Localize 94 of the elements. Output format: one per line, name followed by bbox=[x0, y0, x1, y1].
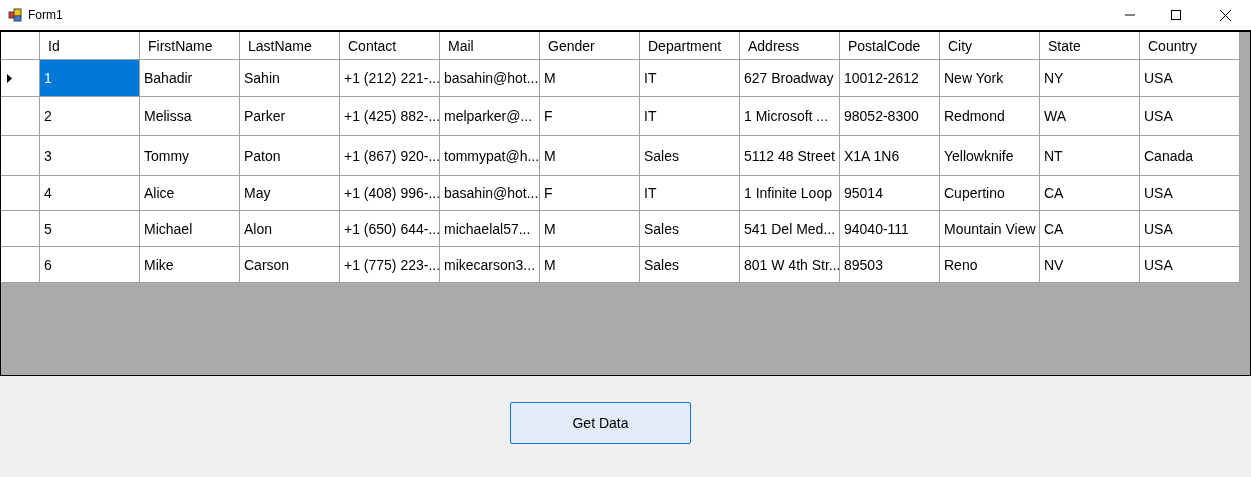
table-cell: May bbox=[240, 176, 340, 211]
table-cell: Sales bbox=[640, 136, 740, 176]
column-header[interactable]: Address bbox=[740, 32, 840, 60]
table-cell: Melissa bbox=[140, 97, 240, 136]
table-cell: 6 bbox=[40, 247, 140, 283]
table-cell: F bbox=[540, 176, 640, 211]
table-cell: Parker bbox=[240, 97, 340, 136]
table-cell: Yellowknife bbox=[940, 136, 1040, 176]
table-cell: M bbox=[540, 60, 640, 97]
table-cell: M bbox=[540, 136, 640, 176]
close-icon[interactable] bbox=[1219, 9, 1231, 21]
table-cell: basahin@hot... bbox=[440, 60, 540, 97]
table-cell: 10012-2612 bbox=[840, 60, 940, 97]
table-cell: +1 (212) 221-... bbox=[340, 60, 440, 97]
table-cell: CA bbox=[1040, 176, 1140, 211]
table-cell: Canada bbox=[1140, 136, 1240, 176]
row-header[interactable] bbox=[1, 176, 40, 211]
table-cell: IT bbox=[640, 176, 740, 211]
table-cell: +1 (650) 644-... bbox=[340, 211, 440, 247]
row-header[interactable] bbox=[1, 247, 40, 283]
table-cell: New York bbox=[940, 60, 1040, 97]
table-cell: 2 bbox=[40, 97, 140, 136]
table-cell: Mike bbox=[140, 247, 240, 283]
row-header[interactable] bbox=[1, 211, 40, 247]
table-cell: X1A 1N6 bbox=[840, 136, 940, 176]
table-cell: 801 W 4th Str... bbox=[740, 247, 840, 283]
window-title: Form1 bbox=[28, 8, 64, 22]
table-cell: Bahadir bbox=[140, 60, 240, 97]
column-header[interactable]: Department bbox=[640, 32, 740, 60]
table-cell: basahin@hot... bbox=[440, 176, 540, 211]
table-cell: Paton bbox=[240, 136, 340, 176]
table-cell: tommypat@h... bbox=[440, 136, 540, 176]
table-cell: Alice bbox=[140, 176, 240, 211]
table-cell: +1 (425) 882-... bbox=[340, 97, 440, 136]
table-cell: Carson bbox=[240, 247, 340, 283]
table-cell: 5112 48 Street bbox=[740, 136, 840, 176]
column-header[interactable]: Gender bbox=[540, 32, 640, 60]
column-header[interactable]: Country bbox=[1140, 32, 1240, 60]
table-cell: Cupertino bbox=[940, 176, 1040, 211]
table-cell: NY bbox=[1040, 60, 1140, 97]
column-header[interactable]: State bbox=[1040, 32, 1140, 60]
table-cell: USA bbox=[1140, 247, 1240, 283]
table-cell: IT bbox=[640, 60, 740, 97]
table-cell: melparker@... bbox=[440, 97, 540, 136]
table-cell: Mountain View bbox=[940, 211, 1040, 247]
table-cell: IT bbox=[640, 97, 740, 136]
table-cell: 627 Broadway bbox=[740, 60, 840, 97]
maximize-icon[interactable] bbox=[1171, 10, 1181, 20]
table-cell: 1 bbox=[40, 60, 140, 97]
table-cell: michaelal57... bbox=[440, 211, 540, 247]
table-cell: +1 (408) 996-... bbox=[340, 176, 440, 211]
table-cell: USA bbox=[1140, 60, 1240, 97]
table-cell: 1 Infinite Loop bbox=[740, 176, 840, 211]
table-cell: Michael bbox=[140, 211, 240, 247]
table-cell: +1 (867) 920-... bbox=[340, 136, 440, 176]
table-cell: Reno bbox=[940, 247, 1040, 283]
table-cell: 5 bbox=[40, 211, 140, 247]
table-cell: 1 Microsoft ... bbox=[740, 97, 840, 136]
table-cell: USA bbox=[1140, 211, 1240, 247]
table-cell: Sales bbox=[640, 247, 740, 283]
table-cell: 541 Del Med... bbox=[740, 211, 840, 247]
column-header[interactable]: PostalCode bbox=[840, 32, 940, 60]
table-cell: M bbox=[540, 211, 640, 247]
table-cell: F bbox=[540, 97, 640, 136]
table-cell: 94040-111 bbox=[840, 211, 940, 247]
table-cell: Sales bbox=[640, 211, 740, 247]
get-data-button[interactable]: Get Data bbox=[510, 402, 691, 444]
column-header[interactable]: City bbox=[940, 32, 1040, 60]
table-cell: 3 bbox=[40, 136, 140, 176]
table-cell: Alon bbox=[240, 211, 340, 247]
column-header[interactable]: Mail bbox=[440, 32, 540, 60]
column-header[interactable]: Contact bbox=[340, 32, 440, 60]
table-cell: USA bbox=[1140, 97, 1240, 136]
column-header[interactable]: FirstName bbox=[140, 32, 240, 60]
table-cell: mikecarson3... bbox=[440, 247, 540, 283]
table-cell: CA bbox=[1040, 211, 1140, 247]
table-cell: 4 bbox=[40, 176, 140, 211]
table-cell: WA bbox=[1040, 97, 1140, 136]
table-cell: Redmond bbox=[940, 97, 1040, 136]
table-cell: Sahin bbox=[240, 60, 340, 97]
table-cell: 98052-8300 bbox=[840, 97, 940, 136]
table-cell: Tommy bbox=[140, 136, 240, 176]
table-cell: USA bbox=[1140, 176, 1240, 211]
table-cell: NV bbox=[1040, 247, 1140, 283]
table-cell: +1 (775) 223-... bbox=[340, 247, 440, 283]
table-cell: 95014 bbox=[840, 176, 940, 211]
row-header[interactable] bbox=[1, 136, 40, 176]
table-cell: NT bbox=[1040, 136, 1140, 176]
column-header[interactable]: LastName bbox=[240, 32, 340, 60]
row-header[interactable] bbox=[1, 97, 40, 136]
app-icon bbox=[8, 8, 22, 22]
table-cell: 89503 bbox=[840, 247, 940, 283]
corner-header[interactable] bbox=[1, 32, 40, 60]
table-cell: M bbox=[540, 247, 640, 283]
